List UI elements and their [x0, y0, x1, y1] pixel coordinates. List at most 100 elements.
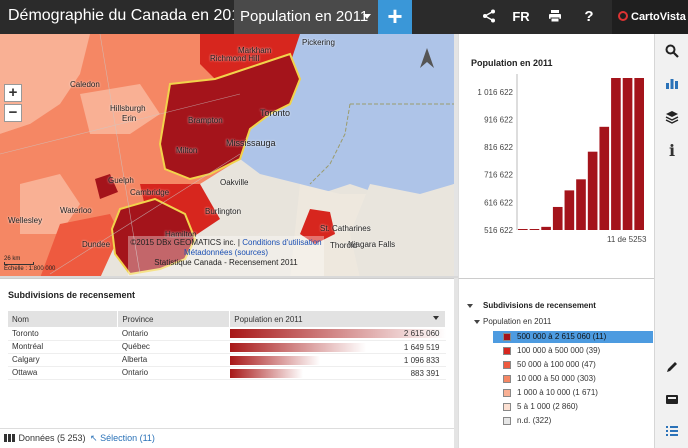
- chart-bar[interactable]: [599, 126, 610, 230]
- info-icon[interactable]: i: [655, 134, 688, 168]
- brand-name: CartoVista: [631, 11, 686, 23]
- chart-counter: 11 de 5253: [607, 235, 647, 244]
- map-label: Brampton: [188, 116, 223, 125]
- theme-dropdown-label: Population en 2011: [240, 8, 369, 25]
- theme-dropdown[interactable]: Population en 2011: [234, 0, 378, 34]
- cell-nom: Toronto: [8, 327, 118, 341]
- data-source: Statistique Canada - Recensement 2011: [154, 258, 298, 267]
- layers-icon[interactable]: [655, 100, 688, 134]
- map-label: Toronto: [260, 108, 291, 118]
- population-value: 1 649 519: [403, 342, 440, 352]
- legend-item[interactable]: 5 à 1 000 (2 860): [493, 401, 653, 413]
- attribution-copyright: ©2015 DBx GEOMATICS inc. |: [130, 238, 241, 247]
- column-header-population[interactable]: Population en 2011: [229, 311, 446, 327]
- cell-province: Québec: [117, 340, 230, 354]
- collapse-icon[interactable]: [467, 304, 473, 308]
- column-header-nom[interactable]: Nom: [8, 311, 119, 327]
- map-label: Pickering: [302, 38, 335, 47]
- metadata-link[interactable]: Métadonnées (sources): [128, 248, 324, 258]
- column-header-province[interactable]: Province: [117, 311, 231, 327]
- chart-bar[interactable]: [564, 190, 575, 230]
- map-attribution: ©2015 DBx GEOMATICS inc. | Conditions d'…: [128, 236, 324, 276]
- chart-icon[interactable]: [655, 66, 688, 100]
- chart-bar[interactable]: [634, 78, 644, 230]
- table-row[interactable]: Ottawa Ontario 883 391: [8, 366, 446, 380]
- map-label: Richmond Hill: [210, 54, 260, 63]
- cell-province: Alberta: [117, 353, 230, 367]
- map-view[interactable]: + − Pickering Markham Richmond Hill Cale…: [0, 34, 454, 278]
- legend-item[interactable]: 50 000 à 100 000 (47): [493, 359, 653, 371]
- tab-selection[interactable]: ↖ Sélection (11): [90, 433, 155, 444]
- legend-item[interactable]: 500 000 à 2 615 060 (11): [493, 331, 653, 343]
- population-bar: [229, 342, 366, 352]
- cell-population: 883 391: [229, 366, 446, 380]
- legend-item[interactable]: n.d. (322): [493, 415, 653, 427]
- chart-bar[interactable]: [611, 78, 621, 230]
- data-table: Nom Province Population en 2011 Toronto …: [8, 311, 446, 380]
- collapse-icon[interactable]: [474, 320, 480, 324]
- map-label: Burlington: [205, 207, 242, 216]
- table-row[interactable]: Montréal Québec 1 649 519: [8, 340, 446, 354]
- legend-swatch: [503, 403, 511, 411]
- column-header-population-label: Population en 2011: [234, 314, 303, 324]
- chevron-down-icon: [363, 14, 371, 19]
- map-label: Wellesley: [8, 216, 43, 225]
- map-label: St. Catharines: [320, 224, 371, 233]
- share-icon[interactable]: [478, 0, 500, 34]
- legend-label: 10 000 à 50 000 (303): [517, 374, 596, 383]
- y-tick-label: 716 622: [484, 171, 513, 180]
- chart-bar[interactable]: [529, 229, 540, 230]
- legend-item[interactable]: 100 000 à 500 000 (39): [493, 345, 653, 357]
- map-label: Caledon: [70, 80, 100, 89]
- chart-bar[interactable]: [622, 78, 633, 230]
- chart-bar[interactable]: [587, 151, 598, 230]
- tab-data-label: Données (5 253): [18, 433, 86, 443]
- list-icon[interactable]: [655, 414, 688, 448]
- map-label: Oakville: [220, 178, 249, 187]
- legend-label: 100 000 à 500 000 (39): [517, 346, 601, 355]
- table-panel: Subdivisions de recensement Nom Province…: [0, 278, 454, 428]
- scale-bar-line: [4, 262, 34, 265]
- search-icon[interactable]: [655, 34, 688, 68]
- population-value: 2 615 060: [403, 329, 440, 338]
- edit-icon[interactable]: [655, 350, 688, 384]
- scale-bar: 26 km Échelle : 1:800 000: [4, 256, 55, 272]
- legend-title: Subdivisions de recensement: [483, 301, 596, 310]
- language-button[interactable]: FR: [510, 0, 532, 34]
- map-label: Erin: [122, 114, 137, 123]
- population-bar: [229, 368, 304, 378]
- legend-label: 500 000 à 2 615 060 (11): [517, 332, 607, 341]
- zoom-in-button[interactable]: +: [4, 84, 22, 102]
- zoom-out-button[interactable]: −: [4, 104, 22, 122]
- map-label: Guelph: [108, 176, 134, 185]
- y-tick-label: 1 016 622: [477, 88, 513, 97]
- print-icon[interactable]: [544, 0, 566, 34]
- export-icon[interactable]: [655, 382, 688, 416]
- legend-panel: Subdivisions de recensement Population e…: [458, 278, 654, 448]
- legend-item[interactable]: 10 000 à 50 000 (303): [493, 373, 653, 385]
- population-bar: [229, 355, 321, 365]
- chart-bar[interactable]: [541, 226, 551, 230]
- legend-item[interactable]: 1 000 à 10 000 (1 671): [493, 387, 653, 399]
- legend-swatch: [503, 389, 511, 397]
- terms-link[interactable]: Conditions d'utilisation: [242, 238, 321, 247]
- help-button[interactable]: ?: [578, 0, 600, 34]
- chart-bar[interactable]: [552, 206, 563, 230]
- chart-bar[interactable]: [576, 179, 586, 230]
- table-row[interactable]: Calgary Alberta 1 096 833: [8, 353, 446, 367]
- status-bar: Données (5 253) ↖ Sélection (11): [0, 428, 454, 448]
- chart-panel: Population en 2011 1 016 622 916 622 816 6…: [458, 34, 654, 278]
- cell-nom: Ottawa: [8, 366, 118, 380]
- map-label: Mississauga: [226, 138, 276, 148]
- sort-desc-icon[interactable]: [433, 316, 439, 320]
- table-row[interactable]: Toronto Ontario 2 615 060: [8, 327, 446, 341]
- legend-label: 1 000 à 10 000 (1 671): [517, 388, 598, 397]
- map-label: Dundee: [82, 240, 111, 249]
- tab-data[interactable]: Données (5 253): [4, 433, 86, 443]
- map-label: Hillsburgh: [110, 104, 146, 113]
- brand-logo: CartoVista: [612, 0, 688, 34]
- table-title: Subdivisions de recensement: [8, 290, 136, 300]
- legend-subtitle: Population en 2011: [483, 317, 552, 326]
- add-theme-button[interactable]: +: [378, 0, 412, 34]
- chart-bar[interactable]: [518, 229, 528, 230]
